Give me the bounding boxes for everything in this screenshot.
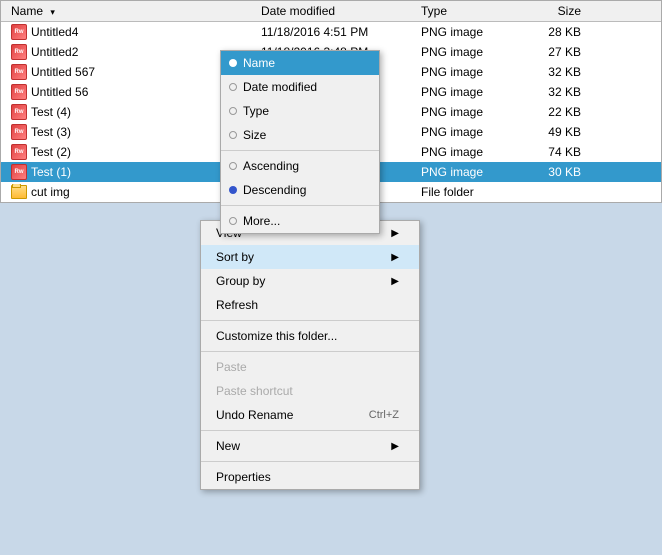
png-icon: Rw bbox=[11, 64, 27, 80]
menu-item-paste[interactable]: Paste bbox=[201, 355, 419, 379]
separator-1 bbox=[201, 320, 419, 321]
file-size-cell: 32 KB bbox=[511, 85, 591, 99]
file-type-cell: PNG image bbox=[421, 25, 511, 39]
radio-ascending bbox=[229, 162, 237, 170]
file-size-cell: 27 KB bbox=[511, 45, 591, 59]
arrow-icon: ▶ bbox=[391, 276, 399, 287]
file-name-text: Test (4) bbox=[31, 105, 71, 119]
png-icon: Rw bbox=[11, 124, 27, 140]
folder-icon bbox=[11, 184, 27, 200]
separator-sort-2 bbox=[221, 205, 379, 206]
radio-size bbox=[229, 131, 237, 139]
menu-item-paste-shortcut[interactable]: Paste shortcut bbox=[201, 379, 419, 403]
png-icon: Rw bbox=[11, 44, 27, 60]
file-type-cell: PNG image bbox=[421, 45, 511, 59]
file-type-cell: File folder bbox=[421, 185, 511, 199]
menu-item-properties[interactable]: Properties bbox=[201, 465, 419, 489]
file-name-text: Untitled 56 bbox=[31, 85, 88, 99]
file-name-text: Test (2) bbox=[31, 145, 71, 159]
sort-option-name[interactable]: Name bbox=[221, 51, 379, 75]
context-menu: View ▶ Sort by ▶ Group by ▶ Refresh Cust… bbox=[200, 220, 420, 490]
file-list-header: Name ▾ Date modified Type Size bbox=[1, 1, 661, 22]
file-name-text: Test (1) bbox=[31, 165, 71, 179]
file-name-text: Untitled 567 bbox=[31, 65, 95, 79]
file-name-text: Untitled4 bbox=[31, 25, 78, 39]
sort-option-size[interactable]: Size bbox=[221, 123, 379, 147]
arrow-icon: ▶ bbox=[391, 441, 399, 452]
file-size-cell: 22 KB bbox=[511, 105, 591, 119]
file-size-cell: 74 KB bbox=[511, 145, 591, 159]
file-type-cell: PNG image bbox=[421, 145, 511, 159]
png-icon: Rw bbox=[11, 144, 27, 160]
png-icon: Rw bbox=[11, 164, 27, 180]
separator-sort-1 bbox=[221, 150, 379, 151]
separator-4 bbox=[201, 461, 419, 462]
arrow-icon: ▶ bbox=[391, 252, 399, 263]
sort-option-more[interactable]: More... bbox=[221, 209, 379, 233]
arrow-icon: ▶ bbox=[391, 228, 399, 239]
file-size-cell: 49 KB bbox=[511, 125, 591, 139]
file-type-cell: PNG image bbox=[421, 85, 511, 99]
menu-item-sort-by[interactable]: Sort by ▶ bbox=[201, 245, 419, 269]
file-name-text: Untitled2 bbox=[31, 45, 78, 59]
radio-type bbox=[229, 107, 237, 115]
sort-submenu: Name Date modified Type Size Ascending D… bbox=[220, 50, 380, 234]
menu-item-customize[interactable]: Customize this folder... bbox=[201, 324, 419, 348]
file-date-cell: 11/18/2016 4:51 PM bbox=[261, 25, 421, 39]
radio-descending bbox=[229, 186, 237, 194]
file-type-cell: PNG image bbox=[421, 65, 511, 79]
file-type-cell: PNG image bbox=[421, 105, 511, 119]
menu-item-refresh[interactable]: Refresh bbox=[201, 293, 419, 317]
file-type-cell: PNG image bbox=[421, 165, 511, 179]
shortcut-label: Ctrl+Z bbox=[369, 409, 399, 421]
file-type-cell: PNG image bbox=[421, 125, 511, 139]
file-name-cell: Rw Untitled4 bbox=[1, 24, 261, 40]
sort-option-ascending[interactable]: Ascending bbox=[221, 154, 379, 178]
radio-date bbox=[229, 83, 237, 91]
menu-item-new[interactable]: New ▶ bbox=[201, 434, 419, 458]
separator-2 bbox=[201, 351, 419, 352]
png-icon: Rw bbox=[11, 24, 27, 40]
sort-arrow: ▾ bbox=[50, 7, 55, 17]
radio-more bbox=[229, 217, 237, 225]
png-icon: Rw bbox=[11, 104, 27, 120]
menu-item-undo-rename[interactable]: Undo Rename Ctrl+Z bbox=[201, 403, 419, 427]
file-name-text: Test (3) bbox=[31, 125, 71, 139]
sort-option-descending[interactable]: Descending bbox=[221, 178, 379, 202]
table-row[interactable]: Rw Untitled4 11/18/2016 4:51 PMPNG image28… bbox=[1, 22, 661, 42]
radio-name bbox=[229, 59, 237, 67]
separator-3 bbox=[201, 430, 419, 431]
png-icon: Rw bbox=[11, 84, 27, 100]
sort-option-type[interactable]: Type bbox=[221, 99, 379, 123]
column-header-type[interactable]: Type bbox=[421, 4, 511, 18]
file-size-cell: 32 KB bbox=[511, 65, 591, 79]
file-name-text: cut img bbox=[31, 185, 70, 199]
menu-item-group-by[interactable]: Group by ▶ bbox=[201, 269, 419, 293]
column-header-name[interactable]: Name ▾ bbox=[1, 4, 261, 18]
file-size-cell: 28 KB bbox=[511, 25, 591, 39]
sort-option-date-modified[interactable]: Date modified bbox=[221, 75, 379, 99]
column-header-date[interactable]: Date modified bbox=[261, 4, 421, 18]
file-size-cell: 30 KB bbox=[511, 165, 591, 179]
column-header-size[interactable]: Size bbox=[511, 4, 591, 18]
